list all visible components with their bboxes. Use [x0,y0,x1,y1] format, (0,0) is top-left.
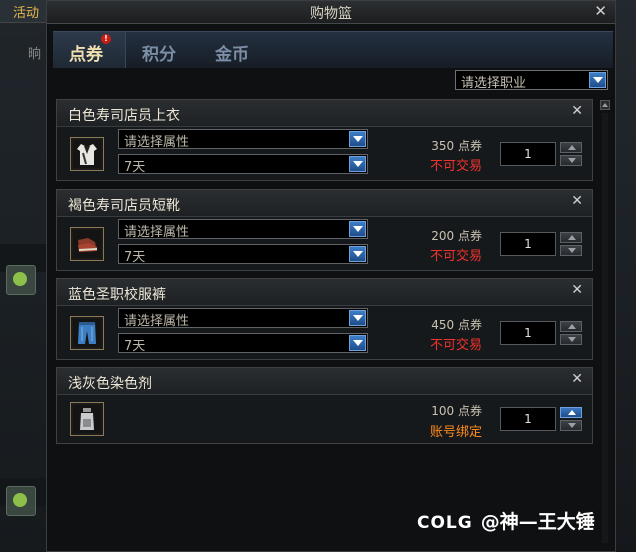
duration-select-value: 7天 [124,160,146,175]
job-select-value: 请选择职业 [461,76,527,91]
cart-item: 白色寿司店员上衣 ✕ 请选择属性 7天 350 点券 不可交易 1 [56,99,593,181]
item-name: 白色寿司店员上衣 [68,108,180,124]
quantity-field[interactable]: 1 [500,407,556,431]
background-slot-icon[interactable] [6,486,36,516]
pants-icon[interactable] [70,316,104,350]
watermark-author: @神—王大锤 [480,511,595,533]
quantity-decrease-button[interactable] [560,155,582,166]
background-activity-label: 活动 [13,6,40,21]
attribute-select[interactable]: 请选择属性 [118,219,368,240]
chevron-down-icon[interactable] [349,221,366,237]
chevron-down-icon[interactable] [349,131,366,147]
item-price: 200 点券 [431,229,482,243]
tab-points[interactable]: 积分 [142,40,176,65]
attribute-select[interactable]: 请选择属性 [118,129,368,150]
item-header: 白色寿司店员上衣 ✕ [57,100,592,127]
chevron-down-icon[interactable] [349,310,366,326]
item-price: 100 点券 [431,404,482,418]
currency-tabs: 点券 ! 积分 金币 [53,31,613,68]
background-slot-icon[interactable] [6,265,36,295]
duration-select-value: 7天 [124,250,146,265]
quantity-value: 1 [524,412,532,426]
quantity-field[interactable]: 1 [500,232,556,256]
attribute-select[interactable]: 请选择属性 [118,308,368,329]
chevron-down-icon[interactable] [589,72,606,88]
duration-select-value: 7天 [124,339,146,354]
colg-logo: COLG [417,513,473,533]
window-title: 购物篮 [310,6,352,22]
quantity-increase-button[interactable] [560,142,582,153]
scrollbar-track[interactable] [602,113,608,543]
quantity-increase-button[interactable] [560,407,582,418]
watermark: COLG @神—王大锤 [417,507,595,534]
attribute-select-value: 请选择属性 [124,225,190,240]
cart-item: 蓝色圣职校服裤 ✕ 请选择属性 7天 450 点券 不可交易 1 [56,278,593,360]
item-price: 450 点券 [431,318,482,332]
trade-status: 不可交易 [429,159,482,174]
quantity-value: 1 [524,326,532,340]
quantity-decrease-button[interactable] [560,420,582,431]
quantity-value: 1 [524,237,532,251]
attribute-select-value: 请选择属性 [124,135,190,150]
item-header: 浅灰色染色剂 ✕ [57,368,592,395]
shirt-icon[interactable] [70,137,104,171]
trade-status: 不可交易 [429,338,482,353]
quantity-value: 1 [524,147,532,161]
attribute-select-value: 请选择属性 [124,314,190,329]
shopping-basket-window: 购物篮 ✕ 点券 ! 积分 金币 请选择职业 白色寿司店员上衣 ✕ 请选择属性 [46,0,616,552]
tab-alert-badge: ! [101,34,111,44]
item-price: 350 点券 [431,139,482,153]
quantity-increase-button[interactable] [560,232,582,243]
quantity-field[interactable]: 1 [500,142,556,166]
job-select[interactable]: 请选择职业 [455,70,608,91]
duration-select[interactable]: 7天 [118,154,368,175]
item-name: 褐色寿司店员短靴 [68,198,180,214]
remove-item-button[interactable]: ✕ [571,103,583,119]
trade-status: 账号绑定 [429,425,482,440]
quantity-decrease-button[interactable] [560,245,582,256]
item-header: 褐色寿司店员短靴 ✕ [57,190,592,217]
tab-gold[interactable]: 金币 [215,40,249,65]
trade-status: 不可交易 [429,249,482,264]
chevron-down-icon[interactable] [349,156,366,172]
tab-coupon[interactable]: 点券 [69,40,103,65]
quantity-decrease-button[interactable] [560,334,582,345]
background-tab2-label: 晌 [28,47,42,62]
background-activity-tab[interactable]: 活动 [0,0,48,23]
item-name: 蓝色圣职校服裤 [68,287,166,303]
quantity-field[interactable]: 1 [500,321,556,345]
duration-select[interactable]: 7天 [118,333,368,354]
boots-icon[interactable] [70,227,104,261]
cart-item: 褐色寿司店员短靴 ✕ 请选择属性 7天 200 点券 不可交易 1 [56,189,593,271]
chevron-down-icon[interactable] [349,246,366,262]
item-header: 蓝色圣职校服裤 ✕ [57,279,592,306]
background-right-panel [614,0,636,552]
item-name: 浅灰色染色剂 [68,376,152,392]
cart-item: 浅灰色染色剂 ✕ 100 点券 账号绑定 1 [56,367,593,444]
remove-item-button[interactable]: ✕ [571,193,583,209]
remove-item-button[interactable]: ✕ [571,371,583,387]
duration-select[interactable]: 7天 [118,244,368,265]
titlebar: 购物篮 ✕ [47,1,615,24]
scroll-up-button[interactable] [600,100,610,110]
chevron-down-icon[interactable] [349,335,366,351]
window-close-button[interactable]: ✕ [594,2,607,20]
dye-bottle-icon[interactable] [70,402,104,436]
background-tab2[interactable]: 晌 [0,36,48,66]
quantity-increase-button[interactable] [560,321,582,332]
remove-item-button[interactable]: ✕ [571,282,583,298]
